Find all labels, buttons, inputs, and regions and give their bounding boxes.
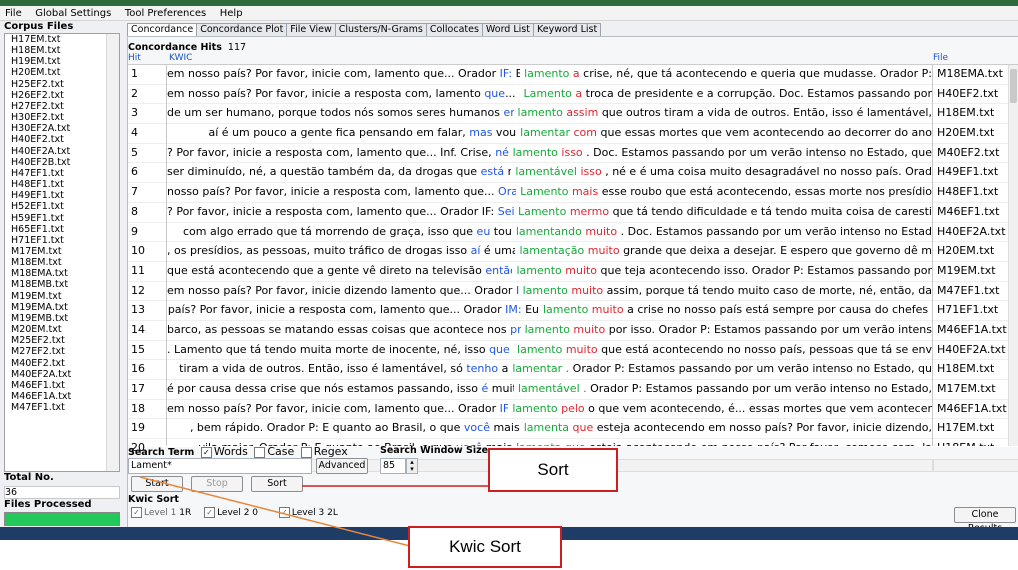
kwic-sort-callout: Kwic Sort: [408, 526, 562, 568]
sort-callout: Sort: [488, 448, 618, 492]
kwic-sort-callout-line: [139, 476, 411, 547]
